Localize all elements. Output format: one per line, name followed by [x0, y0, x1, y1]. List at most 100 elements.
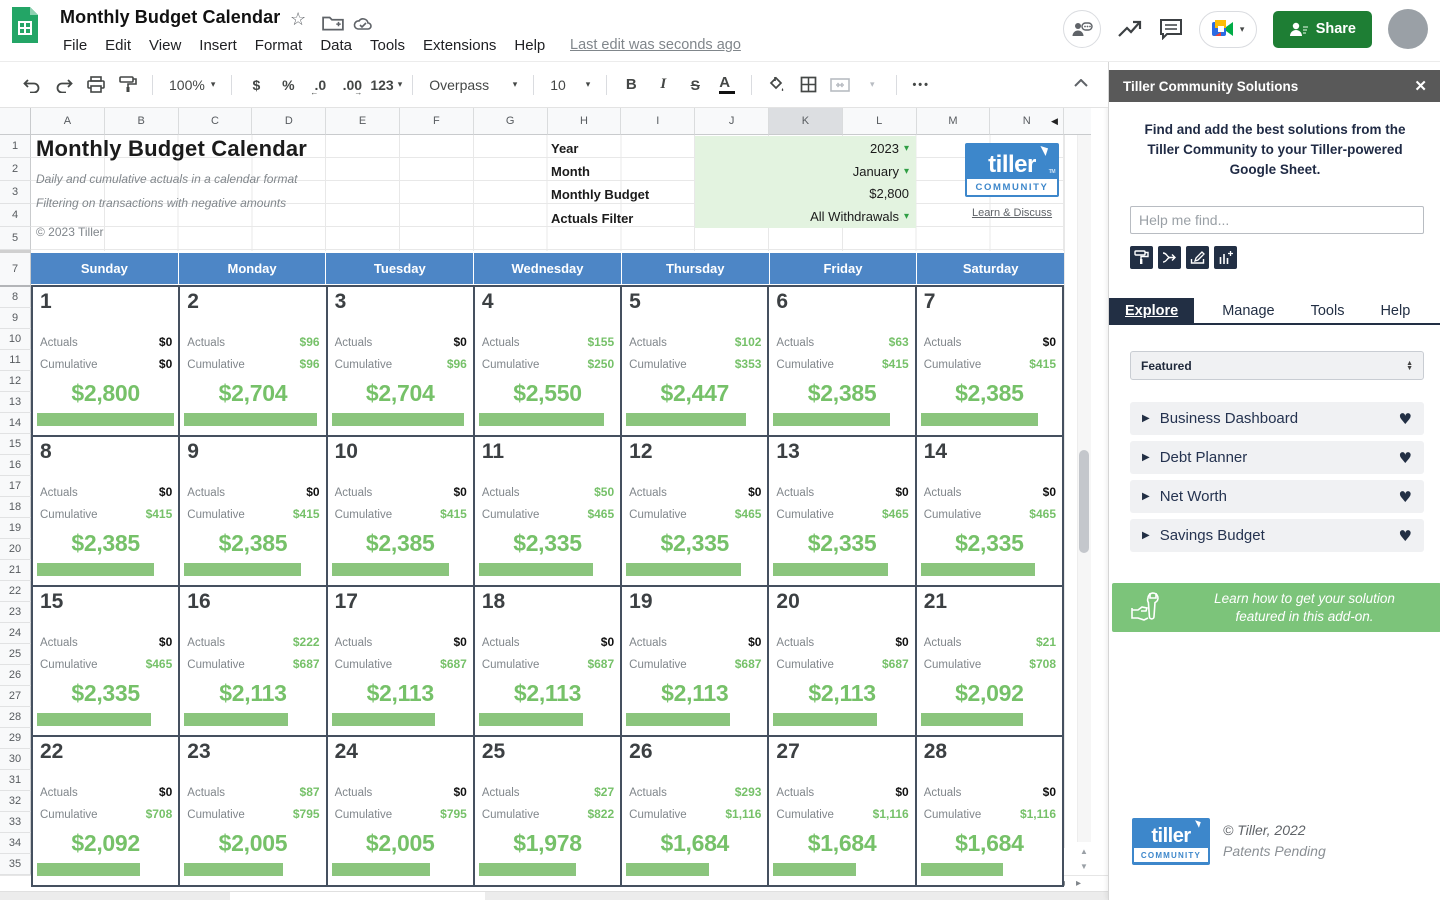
row-header-5[interactable]: 5 — [0, 227, 31, 250]
column-header-C[interactable]: C — [179, 108, 253, 135]
calendar-day-4[interactable]: 4Actuals$155Cumulative$250$2,550 — [475, 287, 620, 435]
solution-savings-budget[interactable]: ▶Savings Budget♥ — [1130, 519, 1424, 552]
tiller-community-logo[interactable]: tillerTM COMMUNITY — [965, 143, 1059, 197]
row-header-22[interactable]: 22 — [0, 581, 31, 602]
last-edit-link[interactable]: Last edit was seconds ago — [570, 37, 741, 53]
row-header-3[interactable]: 3 — [0, 181, 31, 204]
calendar-day-24[interactable]: 24Actuals$0Cumulative$795$2,005 — [328, 737, 473, 885]
doc-status-cloud-icon[interactable] — [352, 13, 374, 35]
tab-tools[interactable]: Tools — [1293, 298, 1363, 323]
calendar-day-19[interactable]: 19Actuals$0Cumulative$687$2,113 — [622, 587, 767, 735]
setting-value-month[interactable]: January▾ — [695, 160, 916, 183]
column-header-I[interactable]: I — [621, 108, 695, 135]
tab-manage[interactable]: Manage — [1204, 298, 1292, 323]
column-header-D[interactable]: D — [252, 108, 326, 135]
tab-help[interactable]: Help — [1362, 298, 1428, 323]
row-header-19[interactable]: 19 — [0, 518, 31, 539]
column-header-E[interactable]: E — [326, 108, 400, 135]
merge-dropdown-caret[interactable]: ▾ — [858, 71, 886, 99]
move-icon[interactable] — [322, 12, 344, 34]
calendar-day-15[interactable]: 15Actuals$0Cumulative$465$2,335 — [33, 587, 178, 735]
zoom-select[interactable]: 100%▾ — [163, 71, 221, 99]
row-header-32[interactable]: 32 — [0, 791, 31, 812]
featured-banner[interactable]: Learn how to get your solution featured … — [1112, 583, 1440, 632]
menu-insert[interactable]: Insert — [190, 37, 246, 54]
dropdown-caret-icon[interactable]: ▾ — [904, 143, 909, 154]
row-header-9[interactable]: 9 — [0, 308, 31, 329]
trend-icon[interactable] — [1117, 18, 1143, 40]
select-all-corner[interactable] — [0, 108, 31, 135]
dropdown-caret-icon[interactable]: ▾ — [904, 166, 909, 177]
meet-call-button[interactable]: ▾ — [1199, 11, 1257, 48]
row-header-28[interactable]: 28 — [0, 707, 31, 728]
row-header-33[interactable]: 33 — [0, 812, 31, 833]
featured-filter-select[interactable]: Featured ▲▼ — [1130, 351, 1424, 380]
calendar-day-5[interactable]: 5Actuals$102Cumulative$353$2,447 — [622, 287, 767, 435]
column-header-H[interactable]: H — [548, 108, 622, 135]
calendar-day-28[interactable]: 28Actuals$0Cumulative$1,116$1,684 — [917, 737, 1062, 885]
heart-icon[interactable]: ♥ — [1399, 488, 1412, 506]
calendar-day-18[interactable]: 18Actuals$0Cumulative$687$2,113 — [475, 587, 620, 735]
print-button[interactable] — [82, 71, 110, 99]
row-header-14[interactable]: 14 — [0, 413, 31, 434]
menu-extensions[interactable]: Extensions — [414, 37, 505, 54]
row-header-20[interactable]: 20 — [0, 539, 31, 560]
redo-button[interactable] — [50, 71, 78, 99]
solution-net-worth[interactable]: ▶Net Worth♥ — [1130, 480, 1424, 513]
account-avatar[interactable] — [1388, 9, 1428, 49]
row-header-1[interactable]: 1 — [0, 135, 31, 158]
row-header-11[interactable]: 11 — [0, 350, 31, 371]
setting-value-year[interactable]: 2023▾ — [695, 137, 916, 160]
row-header-26[interactable]: 26 — [0, 665, 31, 686]
calendar-day-25[interactable]: 25Actuals$27Cumulative$822$1,978 — [475, 737, 620, 885]
calendar-day-9[interactable]: 9Actuals$0Cumulative$415$2,385 — [180, 437, 325, 585]
calendar-day-14[interactable]: 14Actuals$0Cumulative$465$2,335 — [917, 437, 1062, 585]
row-header-2[interactable]: 2 — [0, 158, 31, 181]
more-toolbar-button[interactable]: ••• — [907, 71, 935, 99]
calendar-day-10[interactable]: 10Actuals$0Cumulative$415$2,385 — [328, 437, 473, 585]
vertical-scrollbar-thumb[interactable] — [1079, 450, 1089, 553]
font-select[interactable]: Overpass▾ — [423, 71, 523, 99]
paint-format-button[interactable] — [114, 71, 142, 99]
row-header-35[interactable]: 35 — [0, 854, 31, 875]
column-header-J[interactable]: J — [695, 108, 769, 135]
solution-business-dashboard[interactable]: ▶Business Dashboard♥ — [1130, 402, 1424, 435]
calendar-day-3[interactable]: 3Actuals$0Cumulative$96$2,704 — [328, 287, 473, 435]
collapse-toolbar-button[interactable] — [1068, 70, 1094, 96]
column-header-K[interactable]: K — [769, 108, 843, 135]
heart-icon[interactable]: ♥ — [1399, 449, 1412, 467]
close-icon[interactable]: ✕ — [1414, 77, 1427, 95]
menu-tools[interactable]: Tools — [361, 37, 414, 54]
calendar-day-11[interactable]: 11Actuals$50Cumulative$465$2,335 — [475, 437, 620, 585]
calendar-day-27[interactable]: 27Actuals$0Cumulative$1,116$1,684 — [769, 737, 914, 885]
learn-discuss-link[interactable]: Learn & Discuss — [965, 207, 1059, 219]
add-chart-icon[interactable] — [1214, 246, 1237, 269]
scroll-right-icon[interactable]: ▸ — [1076, 878, 1081, 889]
borders-button[interactable] — [794, 71, 822, 99]
calendar-day-20[interactable]: 20Actuals$0Cumulative$687$2,113 — [769, 587, 914, 735]
row-header-4[interactable]: 4 — [0, 204, 31, 227]
row-header-34[interactable]: 34 — [0, 833, 31, 854]
column-header-A[interactable]: A — [31, 108, 105, 135]
column-header-G[interactable]: G — [474, 108, 548, 135]
row-header-30[interactable]: 30 — [0, 749, 31, 770]
row-header-17[interactable]: 17 — [0, 476, 31, 497]
merge-arrows-icon[interactable] — [1158, 246, 1181, 269]
calendar-day-12[interactable]: 12Actuals$0Cumulative$465$2,335 — [622, 437, 767, 585]
document-title[interactable]: Monthly Budget Calendar — [60, 7, 280, 28]
decrease-decimal-button[interactable]: .0← — [306, 71, 334, 99]
row-header-21[interactable]: 21 — [0, 560, 31, 581]
star-icon[interactable]: ☆ — [290, 9, 312, 31]
row-header-24[interactable]: 24 — [0, 623, 31, 644]
menu-help[interactable]: Help — [505, 37, 554, 54]
search-input[interactable] — [1130, 206, 1424, 234]
menu-data[interactable]: Data — [311, 37, 361, 54]
menu-view[interactable]: View — [140, 37, 190, 54]
meet-dropdown-caret[interactable]: ▾ — [1240, 24, 1245, 35]
format-currency-button[interactable]: $ — [242, 71, 270, 99]
expand-icon[interactable]: ▶ — [1142, 491, 1150, 502]
paint-roller-icon[interactable] — [1130, 246, 1153, 269]
row-header-12[interactable]: 12 — [0, 371, 31, 392]
solution-debt-planner[interactable]: ▶Debt Planner♥ — [1130, 441, 1424, 474]
calendar-day-21[interactable]: 21Actuals$21Cumulative$708$2,092 — [917, 587, 1062, 735]
